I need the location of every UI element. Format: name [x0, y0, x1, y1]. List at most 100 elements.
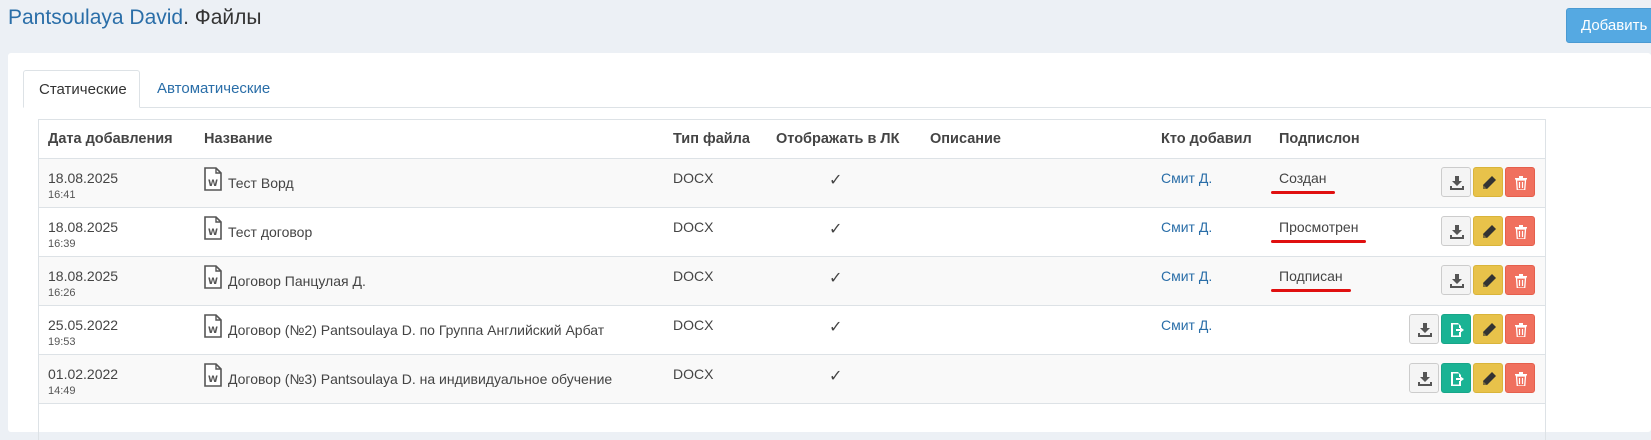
student-name-link[interactable]: Pantsoulaya David: [8, 6, 183, 29]
file-type: DOCX: [664, 305, 767, 355]
date-text: 18.08.2025: [48, 219, 119, 235]
added-by-link[interactable]: Смит Д.: [1152, 256, 1270, 306]
added-by-link[interactable]: Смит Д.: [1152, 158, 1270, 208]
time-text: 16:26: [48, 287, 76, 299]
cell-date: 18.08.2025 16:41: [39, 158, 195, 208]
table-row: 18.08.2025 16:26 W Договор Панцулая Д. DO…: [39, 256, 1545, 306]
date-text: 25.05.2022: [48, 317, 119, 333]
edit-button[interactable]: [1473, 314, 1503, 344]
file-name[interactable]: Договор (№3) Pantsoulaya D. на индивидуа…: [228, 371, 612, 387]
trash-icon: [1515, 372, 1527, 386]
download-button[interactable]: [1441, 167, 1471, 197]
edit-button[interactable]: [1473, 216, 1503, 246]
show-in-lk-check: ✓: [767, 354, 921, 404]
trash-icon: [1515, 323, 1527, 337]
pencil-icon: [1483, 225, 1496, 238]
table-header-row: Дата добавления Название Тип файла Отобр…: [39, 120, 1545, 159]
time-text: 14:49: [48, 385, 76, 397]
cell-date: 01.02.2022 14:49: [39, 354, 195, 404]
signed-status-text: Создан: [1279, 170, 1327, 186]
col-signed-status[interactable]: Подпислон: [1270, 120, 1390, 159]
show-in-lk-check: ✓: [767, 207, 921, 257]
trash-icon: [1515, 225, 1527, 239]
show-in-lk-check: ✓: [767, 158, 921, 208]
col-file-type[interactable]: Тип файла: [664, 120, 767, 159]
status-underline: [1271, 289, 1351, 292]
svg-text:W: W: [208, 179, 218, 189]
pencil-icon: [1483, 323, 1496, 336]
pencil-icon: [1483, 274, 1496, 287]
trash-icon: [1515, 176, 1527, 190]
cell-status: Просмотрен: [1270, 207, 1390, 257]
cell-name: W Договор (№3) Pantsoulaya D. на индивид…: [195, 354, 664, 404]
col-added-by[interactable]: Кто добавил: [1152, 120, 1270, 159]
delete-button[interactable]: [1505, 363, 1535, 393]
col-show-in-lk[interactable]: Отображать в ЛК: [767, 120, 921, 159]
col-description[interactable]: Описание: [921, 120, 1152, 159]
cell-date: 18.08.2025 16:26: [39, 256, 195, 306]
word-doc-icon: W: [204, 216, 222, 243]
send-button[interactable]: [1441, 314, 1471, 344]
trash-icon: [1515, 274, 1527, 288]
status-underline: [1271, 240, 1366, 243]
svg-text:W: W: [208, 277, 218, 287]
added-by-link[interactable]: Смит Д.: [1152, 305, 1270, 355]
file-description: [921, 158, 1152, 208]
cell-status: [1270, 354, 1390, 404]
cell-actions: [1390, 207, 1545, 257]
file-name[interactable]: Договор (№2) Pantsoulaya D. по Группа Ан…: [228, 322, 604, 338]
word-doc-icon: W: [204, 363, 222, 390]
added-by-link[interactable]: [1152, 354, 1270, 404]
download-icon: [1450, 225, 1464, 239]
edit-button[interactable]: [1473, 265, 1503, 295]
page-title-suffix: . Файлы: [183, 6, 262, 29]
download-button[interactable]: [1441, 265, 1471, 295]
table-row: 18.08.2025 16:41 W Тест Ворд DOCX ✓ Смит …: [39, 158, 1545, 208]
file-name[interactable]: Тест Ворд: [228, 175, 294, 191]
send-button[interactable]: [1441, 363, 1471, 393]
file-description: [921, 305, 1152, 355]
tab-bar: Статические Автоматические: [23, 70, 1651, 108]
file-name[interactable]: Тест договор: [228, 224, 312, 240]
cell-name: W Договор (№2) Pantsoulaya D. по Группа …: [195, 305, 664, 355]
time-text: 16:41: [48, 189, 76, 201]
file-name[interactable]: Договор Панцулая Д.: [228, 273, 366, 289]
delete-button[interactable]: [1505, 167, 1535, 197]
cell-actions: [1390, 158, 1545, 208]
svg-text:W: W: [208, 228, 218, 238]
added-by-link[interactable]: Смит Д.: [1152, 207, 1270, 257]
file-description: [921, 207, 1152, 257]
file-type: DOCX: [664, 354, 767, 404]
signed-status: Подписан: [1271, 268, 1351, 292]
table-row: 25.05.2022 19:53 W Договор (№2) Pantsoula…: [39, 305, 1545, 355]
time-text: 19:53: [48, 336, 76, 348]
file-type: DOCX: [664, 158, 767, 208]
edit-button[interactable]: [1473, 363, 1503, 393]
delete-button[interactable]: [1505, 265, 1535, 295]
delete-button[interactable]: [1505, 216, 1535, 246]
download-icon: [1450, 176, 1464, 190]
tab-automatic[interactable]: Автоматические: [142, 70, 285, 107]
files-table: Дата добавления Название Тип файла Отобр…: [38, 119, 1546, 440]
status-underline: [1271, 191, 1335, 194]
delete-button[interactable]: [1505, 314, 1535, 344]
download-button[interactable]: [1409, 363, 1439, 393]
files-panel: Статические Автоматические Дата добавлен…: [8, 53, 1651, 440]
col-name[interactable]: Название: [195, 120, 664, 159]
download-button[interactable]: [1441, 216, 1471, 246]
tab-static[interactable]: Статические: [23, 70, 140, 108]
show-in-lk-check: ✓: [767, 305, 921, 355]
send-icon: [1451, 323, 1464, 337]
download-button[interactable]: [1409, 314, 1439, 344]
cell-status: Подписан: [1270, 256, 1390, 306]
cell-actions: [1390, 354, 1545, 404]
word-doc-icon: W: [204, 167, 222, 194]
add-file-button[interactable]: Добавить: [1566, 8, 1651, 43]
col-date-added[interactable]: Дата добавления: [39, 120, 195, 159]
word-doc-icon: W: [204, 314, 222, 341]
cell-status: [1270, 305, 1390, 355]
download-icon: [1418, 372, 1432, 386]
table-row: 01.02.2022 14:49 W Договор (№3) Pantsoula…: [39, 354, 1545, 404]
edit-button[interactable]: [1473, 167, 1503, 197]
cell-name: W Тест Ворд: [195, 158, 664, 208]
